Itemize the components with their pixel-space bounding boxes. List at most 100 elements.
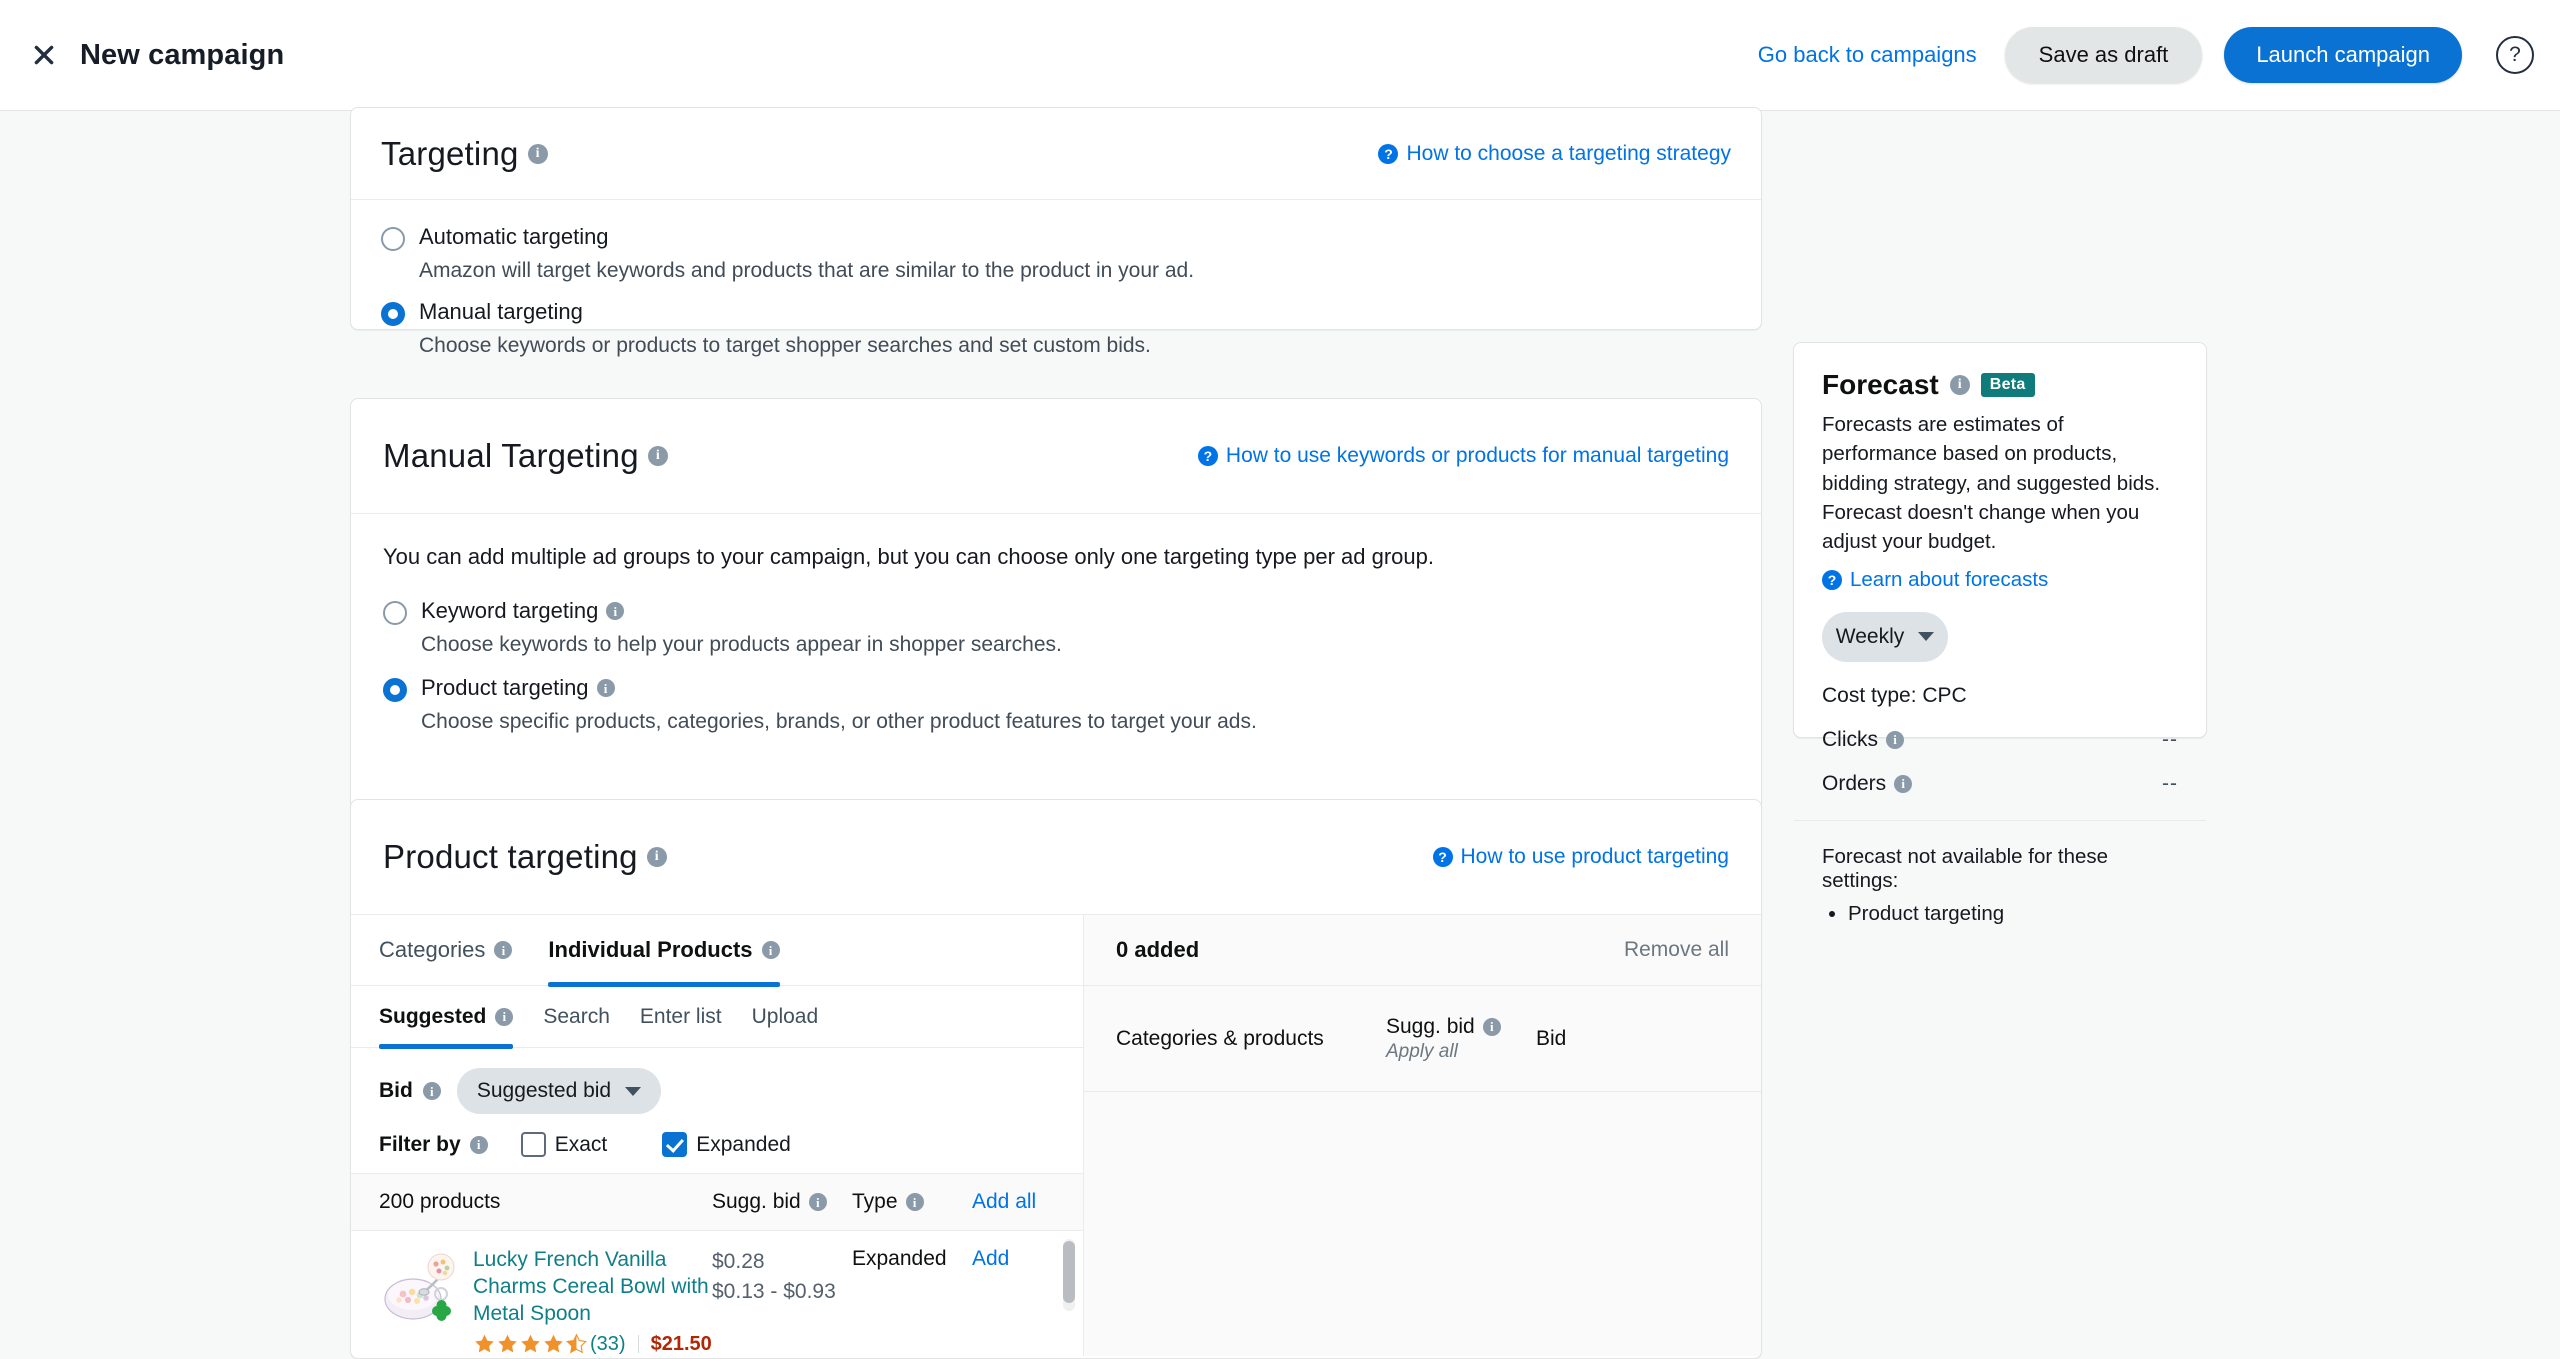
manual-option-keyword[interactable]: Keyword targeting i [383,598,1729,625]
manual-option-product[interactable]: Product targeting i [383,675,1729,702]
targeting-options: Automatic targeting Amazon will target k… [351,200,1761,388]
info-icon-orders[interactable]: i [1894,775,1912,793]
info-icon-product-targeting[interactable]: i [597,679,615,697]
help-icon[interactable]: ? [2496,36,2534,74]
bid-filter-row: Bid i Suggested bid [379,1068,1055,1114]
subtab-enter-list[interactable]: Enter list [640,986,722,1048]
column-sugg-bid: Sugg. bid i [712,1190,852,1214]
radio-label-wrap: Product targeting i [421,675,615,701]
product-targeting-card: Product targeting i ? How to use product… [350,799,1762,1359]
checkbox-exact-label[interactable]: Exact [555,1133,608,1157]
tab-individual-products[interactable]: Individual Products i [548,915,779,986]
question-mark-icon: ? [1198,446,1218,466]
header-actions: Go back to campaigns Save as draft Launc… [1758,27,2534,83]
checkbox-expanded-label[interactable]: Expanded [696,1133,791,1157]
bid-label: Bid [379,1079,413,1103]
product-targeting-left: Categories i Individual Products i Sugge… [351,915,1084,1356]
link-text: How to use product targeting [1461,845,1730,869]
add-all-link[interactable]: Add all [972,1190,1067,1214]
forecast-period-value: Weekly [1836,625,1904,649]
info-icon-manual-targeting[interactable]: i [648,446,668,466]
product-targeting-tabs: Categories i Individual Products i [351,915,1083,986]
info-icon-targeting[interactable]: i [528,144,548,164]
forecast-title: Forecast [1822,369,1939,401]
targeting-option-automatic[interactable]: Automatic targeting [381,224,1731,251]
product-sugg-bid: $0.28 $0.13 - $0.93 [712,1247,852,1308]
column-type: Type i [852,1190,972,1214]
checkbox-expanded[interactable] [662,1132,687,1157]
forecast-unavailable-section: Forecast not available for these setting… [1794,820,2206,952]
app-header: New campaign Go back to campaigns Save a… [0,0,2560,111]
subtab-suggested[interactable]: Suggested i [379,986,513,1048]
how-to-use-keywords-or-products-link[interactable]: ? How to use keywords or products for ma… [1198,444,1729,468]
review-count-link[interactable]: (33) [590,1333,626,1356]
info-icon-clicks[interactable]: i [1886,731,1904,749]
info-icon-sugg-bid[interactable]: i [809,1193,827,1211]
page-title: New campaign [80,39,284,72]
targeting-option-manual[interactable]: Manual targeting [381,299,1731,326]
column-added-bid: Bid [1536,1027,1626,1051]
info-icon-individual-products-tab[interactable]: i [762,941,780,959]
scrollbar-thumb[interactable] [1063,1241,1075,1303]
sugg-bid-value: $0.28 [712,1247,852,1277]
info-icon-type[interactable]: i [906,1193,924,1211]
how-to-choose-targeting-strategy-link[interactable]: ? How to choose a targeting strategy [1378,142,1731,166]
product-type: Expanded [852,1247,972,1271]
metric-label: Orders [1822,772,1886,796]
bid-type-dropdown[interactable]: Suggested bid [457,1068,661,1114]
close-icon[interactable] [22,33,66,77]
product-thumbnail-icon [379,1247,463,1331]
info-icon-product-targeting-card[interactable]: i [647,847,667,867]
targeting-card: Targeting i ? How to choose a targeting … [350,107,1762,330]
question-mark-icon: ? [1378,144,1398,164]
save-as-draft-button[interactable]: Save as draft [2005,27,2203,83]
info-icon-added-sugg-bid[interactable]: i [1483,1018,1501,1036]
list-item: Product targeting [1848,902,2178,926]
subtab-search[interactable]: Search [543,986,610,1048]
info-icon-forecast[interactable]: i [1950,375,1970,395]
manual-option-keyword-desc: Choose keywords to help your products ap… [421,633,1729,657]
question-mark-icon: ? [1822,570,1842,590]
radio-automatic-targeting[interactable] [381,227,405,251]
manual-targeting-note: You can add multiple ad groups to your c… [383,544,1729,570]
tab-categories[interactable]: Categories i [379,915,512,986]
info-icon-keyword-targeting[interactable]: i [606,602,624,620]
forecast-title-row: Forecast i Beta [1822,369,2178,401]
tab-label: Individual Products [548,937,752,963]
radio-manual-targeting[interactable] [381,302,405,326]
metric-value: -- [2162,728,2178,752]
filter-by-label: Filter by [379,1133,461,1157]
beta-badge: Beta [1981,373,2035,397]
remove-all-link[interactable]: Remove all [1624,938,1729,962]
chevron-down-icon [625,1087,641,1096]
info-icon-bid[interactable]: i [423,1082,441,1100]
radio-label: Automatic targeting [419,224,609,250]
targeting-option-manual-desc: Choose keywords or products to target sh… [419,334,1731,358]
learn-about-forecasts-link[interactable]: ? Learn about forecasts [1822,568,2178,592]
go-back-to-campaigns-link[interactable]: Go back to campaigns [1758,42,1977,68]
forecast-period-dropdown[interactable]: Weekly [1822,612,1948,662]
radio-label-wrap: Keyword targeting i [421,598,624,624]
column-label: Sugg. bid [1386,1015,1475,1039]
how-to-use-product-targeting-link[interactable]: ? How to use product targeting [1433,845,1730,869]
info-icon-categories-tab[interactable]: i [494,941,512,959]
forecast-body: Forecast i Beta Forecasts are estimates … [1794,343,2206,820]
radio-keyword-targeting[interactable] [383,601,407,625]
bid-type-value: Suggested bid [477,1079,611,1103]
cereal-bowl-glyph [379,1247,463,1331]
add-product-link[interactable]: Add [972,1247,1067,1271]
checkbox-exact[interactable] [521,1132,546,1157]
sugg-bid-range: $0.13 - $0.93 [712,1277,852,1307]
subtab-upload[interactable]: Upload [752,986,819,1048]
info-icon-filter-by[interactable]: i [470,1136,488,1154]
radio-label: Product targeting [421,675,589,701]
info-icon-suggested-subtab[interactable]: i [495,1008,513,1026]
metric-label: Clicks [1822,728,1878,752]
forecast-unavailable-list: Product targeting [1848,902,2178,926]
product-price: $21.50 [651,1333,712,1356]
apply-all-link[interactable]: Apply all [1386,1041,1458,1062]
launch-campaign-button[interactable]: Launch campaign [2224,27,2462,83]
radio-product-targeting[interactable] [383,678,407,702]
product-list-scrollbar[interactable] [1063,1239,1075,1311]
column-added-sugg-bid: Sugg. bid i Apply all [1386,1015,1536,1063]
